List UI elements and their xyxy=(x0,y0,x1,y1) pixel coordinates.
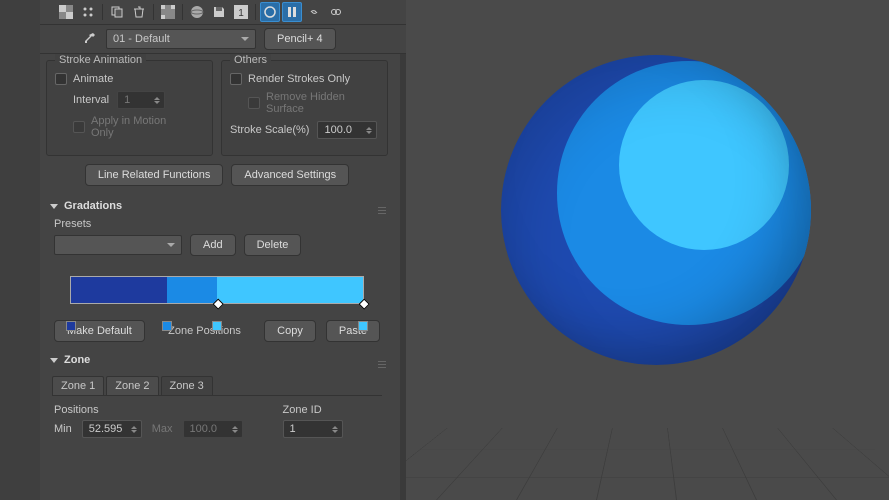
render-strokes-label: Render Strokes Only xyxy=(248,73,350,85)
advanced-settings-button[interactable]: Advanced Settings xyxy=(231,164,349,186)
tool-link2-icon[interactable] xyxy=(326,2,346,22)
preset-add-button[interactable]: Add xyxy=(190,234,236,256)
left-panel: Stroke Animation Animate Interval 1 Appl… xyxy=(40,54,400,500)
brush-dropdown[interactable]: 01 - Default xyxy=(106,29,256,49)
toon-sphere xyxy=(501,55,811,365)
gradient-editor[interactable] xyxy=(40,266,394,314)
pencil-button[interactable]: Pencil+ 4 xyxy=(264,28,336,50)
max-label: Max xyxy=(152,423,173,435)
presets-dropdown[interactable] xyxy=(54,235,182,255)
gradient-segment[interactable] xyxy=(167,277,217,303)
gradient-swatch[interactable] xyxy=(66,321,76,331)
zone-header[interactable]: Zone xyxy=(40,348,394,372)
chevron-down-icon xyxy=(241,37,249,41)
eyedropper-icon[interactable] xyxy=(80,30,98,48)
tool-copy-icon[interactable] xyxy=(107,2,127,22)
viewport-grid xyxy=(406,428,889,500)
animate-checkbox[interactable] xyxy=(55,73,67,85)
preset-delete-button[interactable]: Delete xyxy=(244,234,302,256)
panel-gutter xyxy=(0,0,40,500)
others-group: Others Render Strokes Only Remove Hidden… xyxy=(221,60,388,156)
remove-hidden-label: Remove Hidden Surface xyxy=(266,91,366,115)
chevron-down-icon xyxy=(167,243,175,247)
zone-id-label: Zone ID xyxy=(283,404,343,416)
zone-tab[interactable]: Zone 2 xyxy=(106,376,158,395)
tool-dots-icon[interactable] xyxy=(78,2,98,22)
line-functions-button[interactable]: Line Related Functions xyxy=(85,164,224,186)
gradient-swatch[interactable] xyxy=(212,321,222,331)
collapse-triangle-icon xyxy=(50,358,58,363)
paste-button[interactable]: Paste xyxy=(326,320,380,342)
zone-tabs: Zone 1Zone 2Zone 3 xyxy=(52,376,382,396)
tool-link-icon[interactable] xyxy=(304,2,324,22)
animate-label: Animate xyxy=(73,73,113,85)
others-title: Others xyxy=(230,54,271,66)
stroke-animation-title: Stroke Animation xyxy=(55,54,146,66)
gradient-swatch[interactable] xyxy=(358,321,368,331)
positions-label: Positions xyxy=(54,404,243,416)
tool-sphere-icon[interactable] xyxy=(187,2,207,22)
stroke-scale-label: Stroke Scale(%) xyxy=(230,124,309,136)
tool-column-active-icon[interactable] xyxy=(282,2,302,22)
zone-id-input[interactable]: 1 xyxy=(283,420,343,438)
stroke-animation-group: Stroke Animation Animate Interval 1 Appl… xyxy=(46,60,213,156)
tool-circle-active-icon[interactable] xyxy=(260,2,280,22)
zone-tab[interactable]: Zone 1 xyxy=(52,376,104,395)
tool-grid-a-icon[interactable] xyxy=(158,2,178,22)
3d-viewport[interactable] xyxy=(406,0,889,500)
tool-trash-icon[interactable] xyxy=(129,2,149,22)
gradient-segment[interactable] xyxy=(71,277,167,303)
gradient-segment[interactable] xyxy=(217,277,363,303)
render-strokes-checkbox[interactable] xyxy=(230,73,242,85)
tool-checker-icon[interactable] xyxy=(56,2,76,22)
svg-text:1: 1 xyxy=(238,8,244,19)
stroke-scale-input[interactable]: 100.0 xyxy=(317,121,377,139)
presets-label: Presets xyxy=(54,218,91,230)
collapse-triangle-icon xyxy=(50,204,58,209)
min-label: Min xyxy=(54,423,72,435)
brush-dropdown-label: 01 - Default xyxy=(113,33,170,45)
min-input[interactable]: 52.595 xyxy=(82,420,142,438)
apply-motion-label: Apply in Motion Only xyxy=(91,115,181,139)
remove-hidden-checkbox xyxy=(248,97,260,109)
apply-motion-checkbox xyxy=(73,121,85,133)
tool-one-icon[interactable]: 1 xyxy=(231,2,251,22)
max-input: 100.0 xyxy=(183,420,243,438)
tool-save-icon[interactable] xyxy=(209,2,229,22)
zone-tab[interactable]: Zone 3 xyxy=(161,376,213,395)
gradations-header[interactable]: Gradations xyxy=(40,194,394,218)
interval-label: Interval xyxy=(73,94,109,106)
gradient-swatch[interactable] xyxy=(162,321,172,331)
copy-button[interactable]: Copy xyxy=(264,320,316,342)
interval-input[interactable]: 1 xyxy=(117,91,165,109)
